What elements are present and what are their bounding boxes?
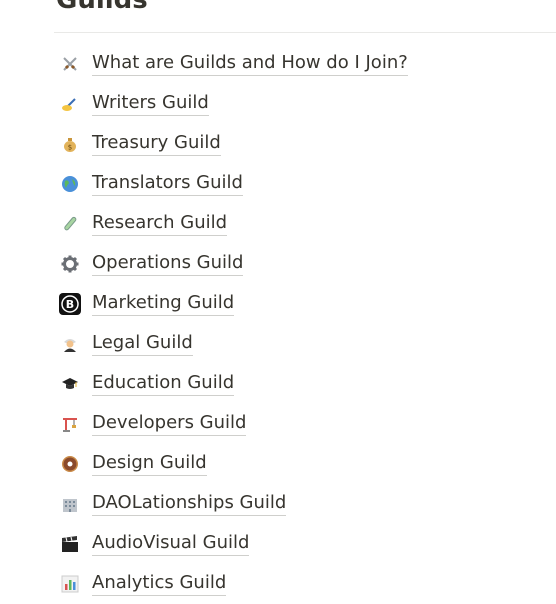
svg-text:$: $ [68,144,72,152]
guild-link-audiovisual[interactable]: AudioVisual Guild [56,524,408,564]
guild-link-label[interactable]: Operations Guild [92,252,244,276]
money-bag-icon: $ [56,132,84,156]
guild-link-label[interactable]: Developers Guild [92,412,247,436]
guild-link-writers[interactable]: Writers Guild [56,84,408,124]
guild-link-daolationships[interactable]: DAOLationships Guild [56,484,408,524]
office-building-icon [56,492,84,516]
guild-link-label[interactable]: Marketing Guild [92,292,235,316]
writing-hand-icon [56,92,84,116]
test-tube-icon [56,212,84,236]
guild-link-treasury[interactable]: $ Treasury Guild [56,124,408,164]
title-divider [54,32,556,33]
guild-link-label[interactable]: DAOLationships Guild [92,492,287,516]
guild-link-label[interactable]: AudioVisual Guild [92,532,250,556]
clapper-board-icon [56,532,84,556]
guild-link-label[interactable]: What are Guilds and How do I Join? [92,52,408,76]
guild-link-label[interactable]: Analytics Guild [92,572,227,596]
guild-link-join[interactable]: What are Guilds and How do I Join? [56,44,408,84]
globe-icon [56,172,84,196]
bitcoin-icon: B [56,292,84,316]
guild-link-research[interactable]: Research Guild [56,204,408,244]
donut-icon [56,452,84,476]
svg-text:B: B [66,298,74,311]
guild-link-developers[interactable]: Developers Guild [56,404,408,444]
guild-link-label[interactable]: Translators Guild [92,172,243,196]
guild-link-label[interactable]: Treasury Guild [92,132,221,156]
guild-link-label[interactable]: Legal Guild [92,332,193,356]
guild-link-label[interactable]: Education Guild [92,372,235,396]
guild-list: What are Guilds and How do I Join? Write… [56,44,408,604]
gear-icon [56,252,84,276]
page-title: Guilds [56,0,148,15]
guild-link-design[interactable]: Design Guild [56,444,408,484]
bar-chart-icon [56,572,84,596]
guild-link-label[interactable]: Research Guild [92,212,228,236]
guild-link-education[interactable]: Education Guild [56,364,408,404]
crane-icon [56,412,84,436]
guild-link-marketing[interactable]: B Marketing Guild [56,284,408,324]
guild-link-translators[interactable]: Translators Guild [56,164,408,204]
guild-link-analytics[interactable]: Analytics Guild [56,564,408,604]
guild-link-legal[interactable]: Legal Guild [56,324,408,364]
guild-link-label[interactable]: Writers Guild [92,92,209,116]
crossed-swords-icon [56,52,84,76]
guild-link-label[interactable]: Design Guild [92,452,207,476]
guild-link-operations[interactable]: Operations Guild [56,244,408,284]
judge-icon [56,332,84,356]
graduation-cap-icon [56,372,84,396]
